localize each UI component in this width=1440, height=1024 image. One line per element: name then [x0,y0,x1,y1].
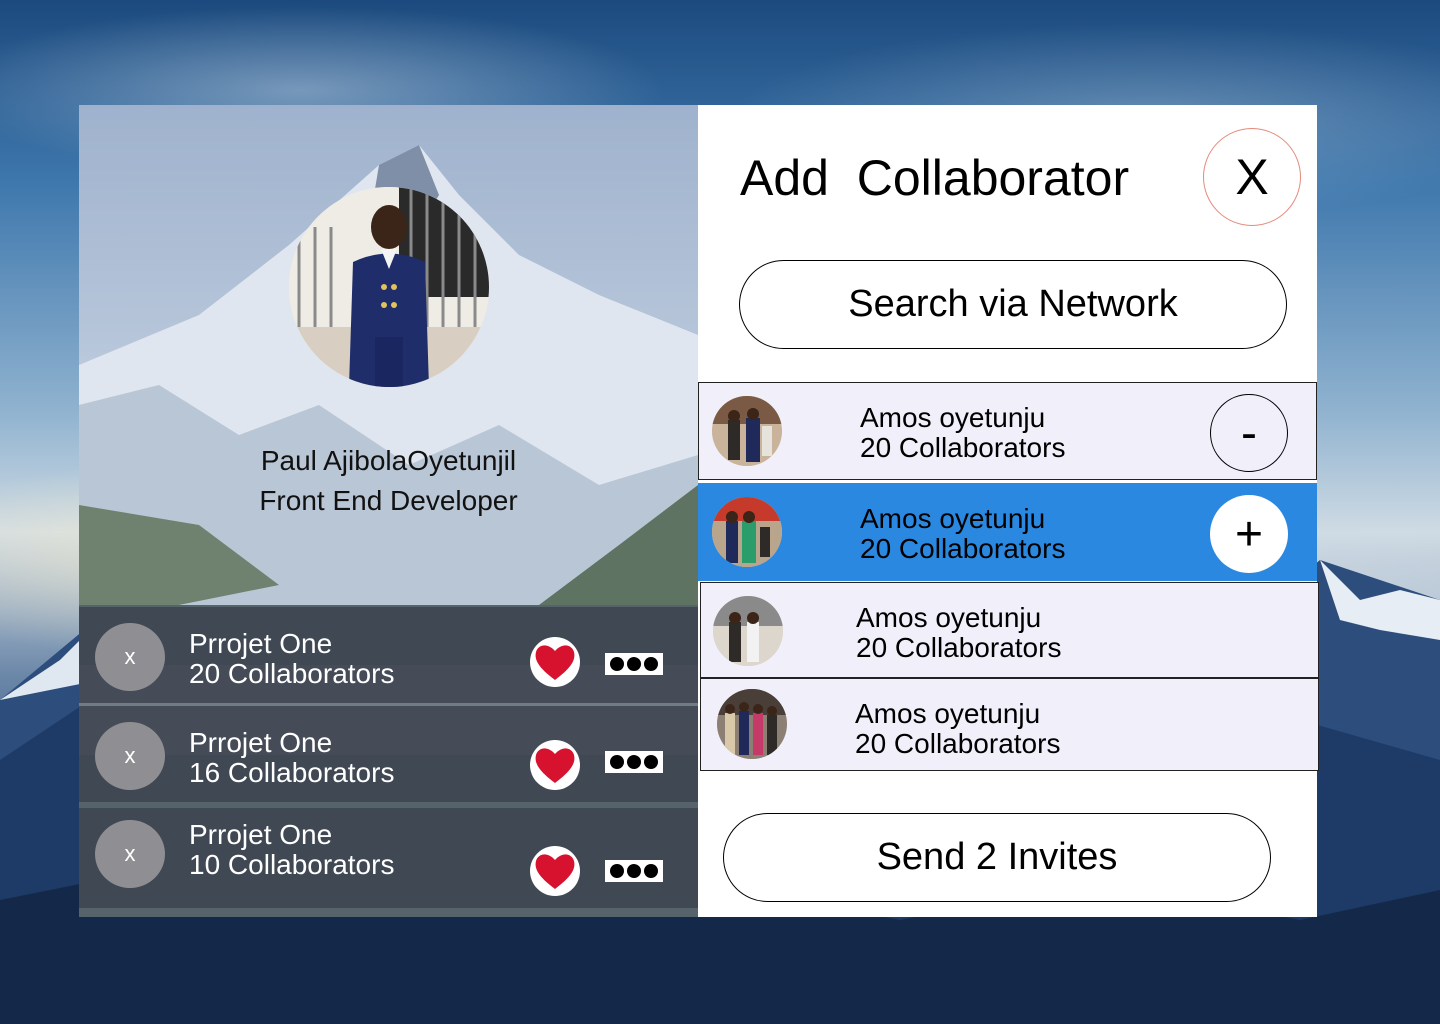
heart-icon [535,854,575,889]
minus-icon: - [1241,406,1257,460]
profile-role: Front End Developer [259,485,518,516]
send-invites-button[interactable]: Send 2 Invites [723,813,1271,902]
dialog-title: Add Collaborator [740,150,1130,206]
profile-avatar [289,187,489,387]
collaborator-count: 20 Collaborators [855,728,1061,759]
remove-collaborator-button[interactable]: - [1210,394,1288,472]
close-button[interactable]: X [1203,128,1301,226]
more-dots-icon [610,755,625,769]
like-button[interactable] [530,846,580,896]
like-button[interactable] [530,740,580,790]
project-title: Prrojet One [189,819,333,850]
project-row: x Prrojet One 10 Collaborators [79,808,698,908]
collaborator-avatar [717,689,787,759]
add-collaborator-button[interactable]: + [1210,495,1288,573]
remove-project-button[interactable]: x [95,722,165,790]
project-collaborators: 16 Collaborators [189,757,395,788]
add-collaborator-dialog: Add Collaborator X Search via Network Am… [698,105,1319,917]
collaborator-count: 20 Collaborators [860,533,1066,564]
project-title: Prrojet One [189,628,333,659]
collaborator-row[interactable]: Amos oyetunju 20 Collaborators [700,582,1319,678]
heart-icon [535,748,575,783]
collaborator-avatar [712,396,782,466]
collaborator-name: Amos oyetunju [856,602,1042,633]
more-options-button[interactable] [605,653,663,675]
collaborator-name: Amos oyetunju [860,402,1046,433]
collaborator-name: Amos oyetunju [860,503,1046,534]
collaborator-count: 20 Collaborators [856,632,1062,663]
remove-project-button[interactable]: x [95,820,165,888]
collaborator-row[interactable]: Amos oyetunju 20 Collaborators [700,678,1319,771]
like-button[interactable] [530,637,580,687]
profile-panel: Paul AjibolaOyetunjil Front End Develope… [79,105,698,917]
collaborator-row[interactable]: Amos oyetunju 20 Collaborators - [698,382,1317,480]
collaborator-count: 20 Collaborators [860,432,1066,463]
project-row: x Prrojet One 16 Collaborators [79,706,698,802]
project-row: x Prrojet One 20 Collaborators [79,607,698,703]
collaborator-avatar [712,497,782,567]
search-via-network-button[interactable]: Search via Network [739,260,1287,349]
profile-name: Paul AjibolaOyetunjil [260,445,517,476]
more-options-button[interactable] [605,860,663,882]
collaborator-row-selected[interactable]: Amos oyetunju 20 Collaborators + [698,483,1317,581]
plus-icon: + [1234,507,1264,561]
project-collaborators: 20 Collaborators [189,658,395,689]
remove-project-button[interactable]: x [95,623,165,691]
collaborator-name: Amos oyetunju [855,698,1041,729]
heart-icon [535,645,575,680]
project-collaborators: 10 Collaborators [189,849,395,880]
more-dots-icon [610,864,625,878]
collaborator-avatar [713,596,783,666]
more-dots-icon [610,657,625,671]
more-options-button[interactable] [605,751,663,773]
project-title: Prrojet One [189,727,333,758]
